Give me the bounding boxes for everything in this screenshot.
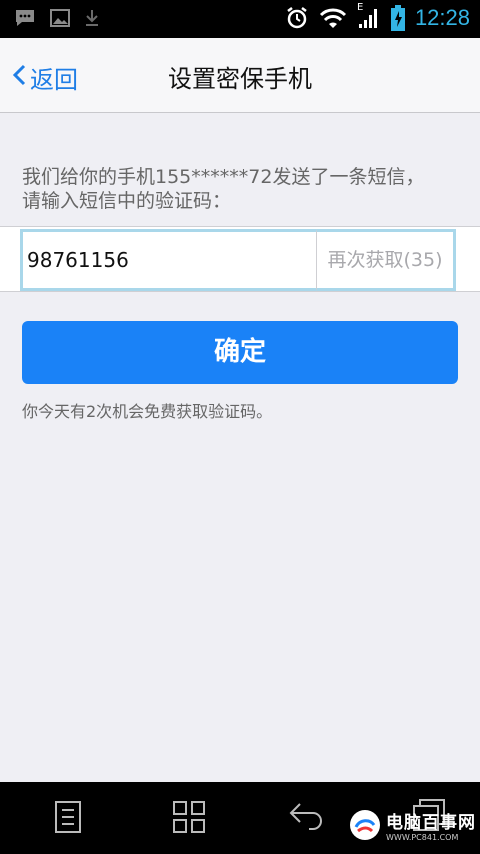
site-watermark: 电脑百事网 WWW.PC841.COM	[350, 808, 476, 842]
verification-code-input[interactable]	[20, 229, 321, 291]
network-type-label: E	[356, 2, 364, 13]
prompt-line-2: 请输入短信中的验证码：	[22, 190, 232, 212]
verification-code-row: 再次获取(35)	[0, 226, 480, 292]
resend-code-button[interactable]: 再次获取(35)	[316, 229, 456, 291]
app-header: 返回 设置密保手机	[0, 38, 480, 113]
menu-icon[interactable]	[54, 800, 82, 838]
verification-prompt: 我们给你的手机155******72发送了一条短信， 请输入短信中的验证码：	[22, 165, 462, 213]
prompt-line-1: 我们给你的手机155******72发送了一条短信，	[22, 166, 425, 188]
battery-icon	[390, 5, 405, 31]
page-title: 设置密保手机	[168, 65, 312, 93]
image-icon	[50, 9, 70, 27]
apps-icon[interactable]	[172, 800, 206, 838]
remaining-attempts-hint: 你今天有2次机会免费获取验证码。	[22, 402, 273, 421]
back-icon[interactable]	[288, 800, 324, 834]
download-icon	[84, 9, 100, 27]
confirm-button[interactable]: 确定	[22, 321, 458, 384]
status-time: 12:28	[414, 5, 470, 30]
message-icon	[14, 8, 36, 28]
signal-icon: E	[357, 2, 381, 30]
watermark-subtitle: WWW.PC841.COM	[386, 833, 459, 842]
alarm-icon	[285, 6, 309, 30]
watermark-title: 电脑百事网	[386, 813, 476, 833]
watermark-logo-icon	[350, 810, 380, 840]
status-bar: E 12:28	[0, 0, 480, 38]
navigation-bar: 电脑百事网 WWW.PC841.COM	[0, 782, 480, 854]
wifi-icon	[319, 7, 347, 29]
